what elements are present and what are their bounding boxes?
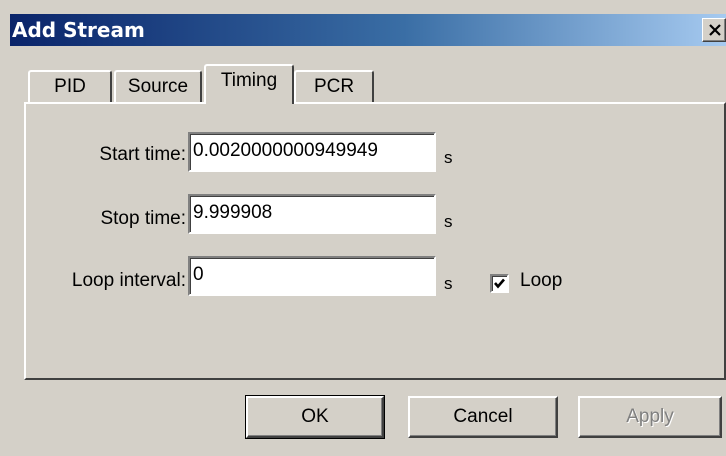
title-bar[interactable]: Add Stream <box>10 14 726 46</box>
stop-time-unit: s <box>444 212 453 231</box>
cancel-button[interactable]: Cancel <box>408 396 558 438</box>
tab-pcr[interactable]: PCR <box>294 70 374 104</box>
window-title: Add Stream <box>12 18 145 42</box>
loop-checkbox-label[interactable]: Loop <box>520 270 562 292</box>
stop-time-input[interactable]: 9.999908 <box>188 194 436 234</box>
checkmark-icon <box>494 278 505 289</box>
tab-pcr-label: PCR <box>313 76 355 97</box>
loop-interval-input[interactable]: 0 <box>188 256 436 296</box>
add-stream-dialog: Add Stream PID Source Timing PCR Start t… <box>0 0 726 456</box>
apply-button[interactable]: Apply <box>578 396 722 438</box>
tab-timing[interactable]: Timing <box>204 64 294 104</box>
loop-interval-unit: s <box>444 274 453 293</box>
tab-source-label: Source <box>127 76 189 97</box>
tab-pid[interactable]: PID <box>28 70 112 104</box>
close-button[interactable] <box>702 18 726 42</box>
start-time-input[interactable]: 0.0020000000949949 <box>188 132 436 172</box>
start-time-label: Start time: <box>99 144 186 165</box>
loop-checkbox[interactable] <box>490 274 509 293</box>
tab-pid-label: PID <box>54 76 86 97</box>
close-icon <box>709 24 721 36</box>
loop-interval-label: Loop interval: <box>71 270 186 291</box>
timing-tab-panel: Start time: 0.0020000000949949 s Stop ti… <box>24 102 726 380</box>
stop-time-label: Stop time: <box>100 208 186 229</box>
tab-timing-label: Timing <box>220 70 278 91</box>
tab-source[interactable]: Source <box>114 70 202 104</box>
ok-button[interactable]: OK <box>245 395 385 439</box>
start-time-unit: s <box>444 148 453 167</box>
